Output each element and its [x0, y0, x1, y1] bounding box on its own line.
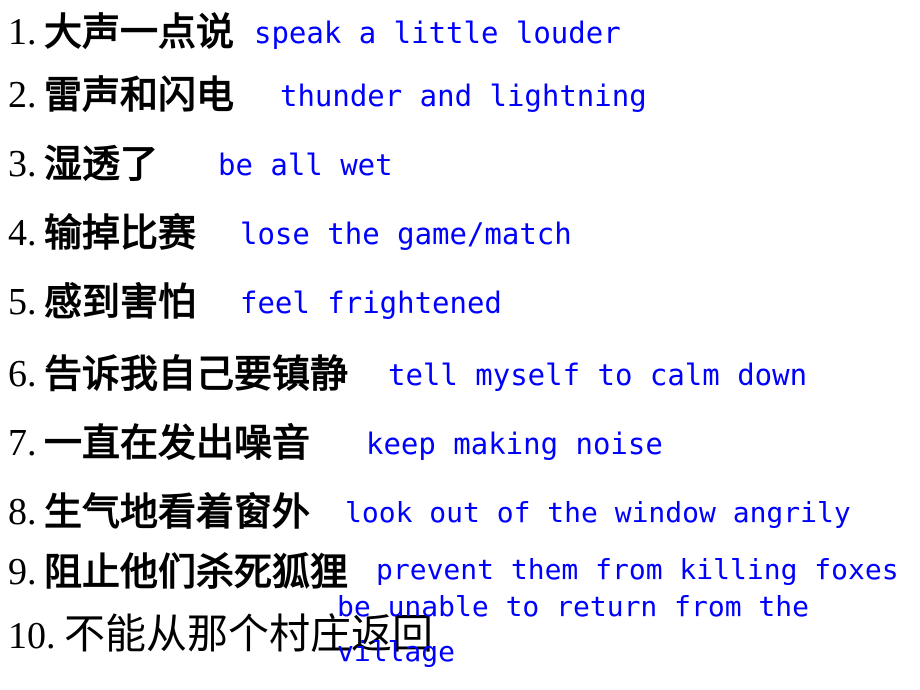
item-number: 8.	[8, 491, 37, 533]
item-chinese-text: 生气地看着窗外	[44, 489, 311, 534]
item-chinese-text: 湿透了	[44, 141, 159, 186]
item-english-text: look out of the window angrily	[345, 496, 851, 529]
item-number: 10.	[8, 615, 56, 657]
list-item: 1. 大声一点说 speak a little louder	[0, 8, 920, 72]
item-chinese-text: 一直在发出噪音	[44, 420, 311, 465]
list-item: 8. 生气地看着窗外 look out of the window angril…	[0, 488, 920, 552]
item-chinese-text: 阻止他们杀死狐狸	[44, 549, 349, 594]
item-english-text: lose the game/match	[240, 217, 572, 251]
item-number: 1.	[8, 11, 37, 53]
item-number: 5.	[8, 281, 37, 323]
slide-canvas: 1. 大声一点说 speak a little louder 2. 雷声和闪电 …	[0, 0, 920, 690]
list-item: 4. 输掉比赛 lose the game/match	[0, 209, 920, 273]
item-english-text: tell myself to calm down	[388, 358, 808, 392]
list-item: 6. 告诉我自己要镇静 tell myself to calm down	[0, 350, 920, 414]
item-english-text: prevent them from killing foxes	[376, 553, 899, 586]
list-item: 7. 一直在发出噪音 keep making noise	[0, 419, 920, 483]
item-english-text: speak a little louder	[254, 16, 621, 50]
item-english-text-line2: village	[337, 635, 456, 668]
list-item: 5. 感到害怕 feel frightened	[0, 278, 920, 342]
list-item: 2. 雷声和闪电 thunder and lightning	[0, 71, 920, 135]
item-english-text-line1: be unable to return from the	[337, 590, 810, 623]
item-english-text: keep making noise	[366, 427, 663, 461]
item-number: 3.	[8, 143, 37, 185]
item-number: 2.	[8, 74, 37, 116]
item-number: 4.	[8, 212, 37, 254]
item-number: 6.	[8, 353, 37, 395]
item-chinese-text: 感到害怕	[44, 279, 197, 324]
item-chinese-text: 告诉我自己要镇静	[44, 351, 349, 396]
item-chinese-text: 输掉比赛	[44, 210, 197, 255]
item-english-text: feel frightened	[240, 286, 502, 320]
item-number: 7.	[8, 422, 37, 464]
item-chinese-text: 大声一点说	[44, 9, 235, 54]
item-english-text: be all wet	[218, 148, 393, 182]
item-number: 9.	[8, 551, 37, 593]
list-item: 10. 不能从那个村庄返回 be unable to return from t…	[0, 590, 920, 690]
item-chinese-text: 雷声和闪电	[44, 72, 235, 117]
list-item: 3. 湿透了 be all wet	[0, 140, 920, 204]
item-english-text: thunder and lightning	[280, 79, 647, 113]
